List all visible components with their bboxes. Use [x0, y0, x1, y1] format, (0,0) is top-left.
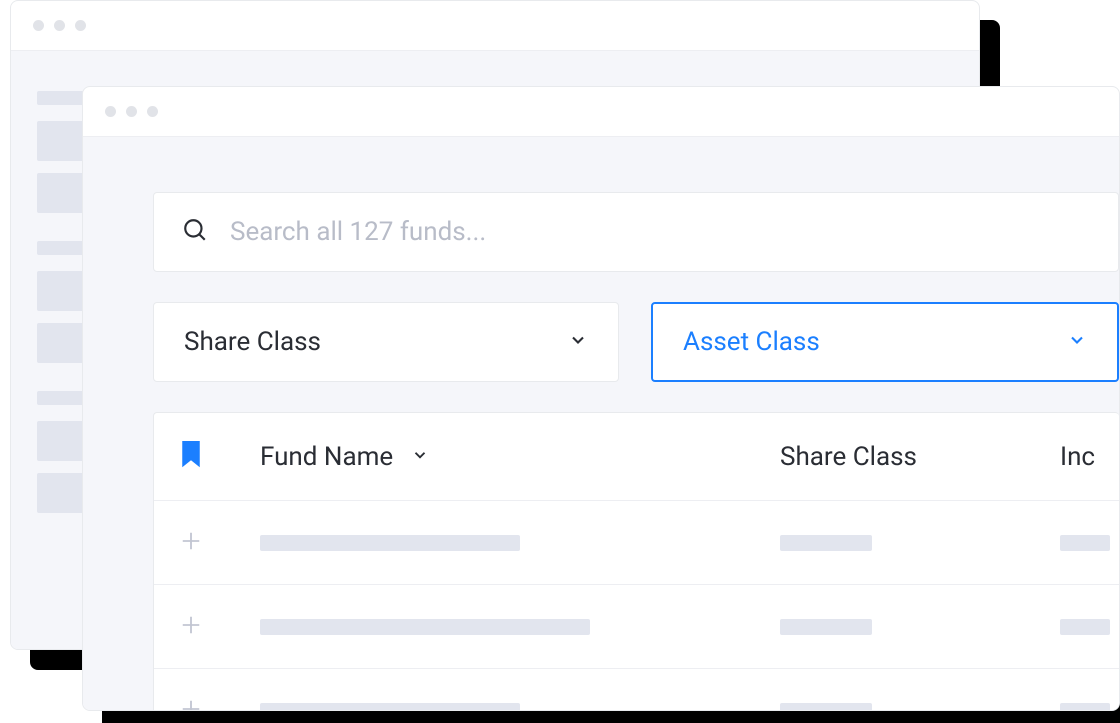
- search-input[interactable]: Search all 127 funds...: [153, 192, 1119, 272]
- skeleton-cell: [780, 535, 872, 551]
- titlebar-front: [83, 87, 1119, 137]
- bookmark-icon[interactable]: [180, 441, 202, 473]
- plus-icon[interactable]: [180, 698, 202, 712]
- filters-row: Share Class Asset Class: [153, 302, 1119, 382]
- plus-icon[interactable]: [180, 530, 202, 556]
- table-row: [154, 669, 1119, 711]
- plus-icon[interactable]: [180, 614, 202, 640]
- dropdown-label: Share Class: [184, 327, 321, 357]
- asset-class-dropdown[interactable]: Asset Class: [651, 302, 1119, 382]
- search-placeholder: Search all 127 funds...: [230, 217, 486, 247]
- traffic-dot: [147, 106, 158, 117]
- traffic-dot: [54, 20, 65, 31]
- skeleton-cell: [260, 535, 520, 551]
- skeleton-cell: [1060, 703, 1110, 712]
- chevron-down-icon: [568, 330, 588, 354]
- chevron-down-icon[interactable]: [411, 446, 429, 468]
- skeleton-cell: [1060, 619, 1110, 635]
- chevron-down-icon: [1067, 330, 1087, 354]
- main-content: Search all 127 funds... Share Class Asse…: [83, 137, 1119, 710]
- search-icon: [182, 217, 208, 247]
- traffic-dot: [33, 20, 44, 31]
- funds-table: Fund Name Share Class Inc: [153, 412, 1119, 711]
- skeleton-cell: [260, 619, 590, 635]
- column-header-share-class[interactable]: Share Class: [780, 442, 917, 472]
- column-header-fund-name[interactable]: Fund Name: [260, 442, 393, 472]
- traffic-dot: [126, 106, 137, 117]
- skeleton-cell: [260, 703, 520, 712]
- table-row: [154, 585, 1119, 669]
- dropdown-label: Asset Class: [683, 327, 820, 357]
- traffic-dot: [75, 20, 86, 31]
- table-row: [154, 501, 1119, 585]
- foreground-window: Search all 127 funds... Share Class Asse…: [82, 86, 1120, 711]
- skeleton-cell: [780, 703, 872, 712]
- traffic-dot: [105, 106, 116, 117]
- titlebar-back: [11, 1, 979, 51]
- share-class-dropdown[interactable]: Share Class: [153, 302, 619, 382]
- table-header-row: Fund Name Share Class Inc: [154, 413, 1119, 501]
- column-header-inc[interactable]: Inc: [1060, 442, 1095, 472]
- skeleton-cell: [1060, 535, 1110, 551]
- skeleton-cell: [780, 619, 872, 635]
